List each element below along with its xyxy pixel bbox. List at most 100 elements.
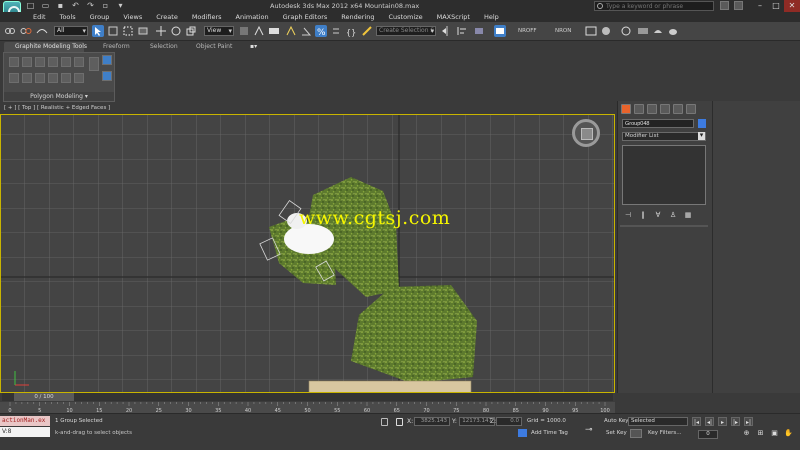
graphite-tools-toggle-icon[interactable] — [494, 25, 506, 37]
zoom-all-icon[interactable]: ⊞ — [756, 429, 765, 438]
angle-snap-icon[interactable] — [300, 25, 312, 37]
selection-lock-icon[interactable] — [381, 418, 388, 426]
absolute-mode-icon[interactable] — [396, 418, 403, 426]
menu-edit[interactable]: Edit — [26, 12, 53, 22]
utilities-tab-icon[interactable] — [686, 104, 696, 114]
add-time-tag-button[interactable]: Add Time Tag — [531, 430, 568, 436]
x-coordinate-field[interactable]: 3825.143 — [414, 417, 450, 426]
create-tab-icon[interactable] — [621, 104, 631, 114]
pivot-center-icon[interactable] — [238, 25, 250, 37]
key-filter-icon[interactable] — [630, 429, 642, 438]
track-bar[interactable]: 0 5 10 15 20 25 30 35 40 45 50 55 60 65 70 75 80 85 90 95 10… — [0, 402, 615, 413]
search-input[interactable] — [594, 1, 714, 11]
time-slider[interactable]: 0 / 100 0 5 10 15 20 25 30 35 40 45 50 55 60 65 70 75 80… — [0, 393, 615, 413]
redo-icon[interactable]: ↷ — [86, 1, 95, 10]
go-to-start-icon[interactable]: |◂ — [692, 417, 701, 426]
select-object-icon[interactable] — [92, 25, 104, 37]
set-key-button[interactable]: Set Key — [606, 430, 627, 436]
scale-icon[interactable] — [185, 25, 197, 37]
layer-manager-icon[interactable] — [473, 25, 485, 37]
render-production-icon[interactable] — [652, 25, 664, 37]
menu-tools[interactable]: Tools — [53, 12, 83, 22]
menu-create[interactable]: Create — [149, 12, 185, 22]
select-manipulate-icon[interactable] — [253, 25, 265, 37]
align-icon[interactable] — [456, 25, 468, 37]
ribbon-tool-icon[interactable] — [48, 73, 58, 83]
pan-icon[interactable]: ✋ — [784, 429, 793, 438]
ribbon-tool-icon[interactable] — [9, 73, 19, 83]
nroff-button[interactable]: NROFF — [518, 28, 537, 34]
ribbon-tool-icon[interactable] — [74, 57, 84, 67]
current-frame-field[interactable]: 0 — [698, 430, 718, 439]
top-viewport[interactable]: www.cgtsj.com — [0, 114, 615, 393]
nron-button[interactable]: NRON — [555, 28, 571, 34]
display-tab-icon[interactable] — [673, 104, 683, 114]
material-editor-icon[interactable] — [600, 25, 612, 37]
z-coordinate-field[interactable]: 0.0 — [496, 417, 522, 426]
set-key-icon[interactable]: ⊸ — [585, 425, 601, 435]
edit-named-selection-icon[interactable]: {} — [345, 25, 357, 37]
binoculars-icon[interactable] — [720, 1, 729, 10]
tab-object-paint[interactable]: Object Paint — [196, 42, 232, 52]
move-icon[interactable] — [155, 25, 167, 37]
spinner-snap-icon[interactable] — [330, 25, 342, 37]
menu-help[interactable]: Help — [477, 12, 506, 22]
rotate-icon[interactable] — [170, 25, 182, 37]
zoom-icon[interactable]: ⊕ — [742, 429, 751, 438]
unlink-icon[interactable] — [20, 25, 32, 37]
selection-filter-dropdown[interactable]: All — [54, 26, 88, 36]
make-unique-icon[interactable]: ∀ — [654, 211, 662, 219]
percent-snap-icon[interactable]: % — [315, 25, 327, 38]
viewport-label-menu[interactable]: [ + ] [ Top ] [ Realistic + Edged Faces … — [4, 104, 110, 113]
reference-coordinate-dropdown[interactable]: View — [204, 26, 234, 36]
modifier-stack[interactable] — [622, 145, 706, 205]
next-frame-icon[interactable]: |▸ — [731, 417, 740, 426]
tab-selection[interactable]: Selection — [150, 42, 178, 52]
undo-icon[interactable]: ↶ — [71, 1, 80, 10]
render-teapot-icon[interactable] — [667, 25, 679, 37]
maxscript-listener-output[interactable]: actionMan.ex — [0, 416, 50, 426]
show-end-result-icon[interactable]: ‖ — [639, 211, 647, 219]
pin-stack-icon[interactable]: ⊣ — [624, 211, 632, 219]
time-slider-thumb[interactable]: 0 / 100 — [14, 393, 74, 401]
save-icon[interactable]: ▪ — [56, 1, 65, 10]
hierarchy-tab-icon[interactable] — [647, 104, 657, 114]
keyboard-shortcut-override-icon[interactable] — [268, 25, 280, 37]
modifier-list-dropdown[interactable]: Modifier List — [622, 132, 706, 141]
menu-animation[interactable]: Animation — [229, 12, 276, 22]
viewcube-icon[interactable] — [572, 119, 600, 147]
ribbon-tool-icon[interactable] — [35, 73, 45, 83]
remove-modifier-icon[interactable]: ♙ — [669, 211, 677, 219]
ribbon-active-tool-icon[interactable] — [102, 55, 112, 65]
maxscript-listener-input[interactable]: V:8 — [0, 427, 50, 437]
named-selection-dropdown[interactable]: Create Selection S — [376, 26, 436, 36]
ribbon-tool-icon[interactable] — [61, 57, 71, 67]
link-icon[interactable] — [4, 25, 16, 37]
snap-toggle-icon[interactable] — [285, 25, 297, 37]
rendered-frame-window-icon[interactable] — [637, 25, 649, 37]
zoom-extents-icon[interactable]: ▣ — [770, 429, 779, 438]
ribbon-tool-icon[interactable] — [9, 57, 19, 67]
bind-space-warp-icon[interactable] — [36, 25, 48, 37]
configure-modifier-sets-icon[interactable]: ▦ — [684, 211, 692, 219]
schematic-view-icon[interactable] — [585, 25, 597, 37]
new-file-icon[interactable]: □ — [26, 1, 35, 10]
ribbon-active-tool-icon[interactable] — [102, 71, 112, 81]
ribbon-tool-icon[interactable] — [35, 57, 45, 67]
menu-group[interactable]: Group — [83, 12, 117, 22]
select-by-name-icon[interactable] — [107, 25, 119, 37]
object-color-swatch[interactable] — [698, 119, 706, 128]
time-slider-track[interactable] — [2, 393, 613, 401]
ribbon-tool-icon[interactable] — [89, 57, 99, 71]
go-to-end-icon[interactable]: ▸| — [744, 417, 753, 426]
maximize-icon[interactable]: □ — [768, 0, 784, 12]
minimize-icon[interactable]: – — [752, 0, 768, 12]
menu-maxscript[interactable]: MAXScript — [430, 12, 477, 22]
render-setup-icon[interactable] — [620, 25, 632, 37]
ribbon-tool-icon[interactable] — [61, 73, 71, 83]
object-name-field[interactable] — [622, 119, 694, 128]
ribbon-tool-icon[interactable] — [22, 57, 32, 67]
ribbon-options-icon[interactable]: ▪▾ — [250, 42, 257, 52]
menu-customize[interactable]: Customize — [381, 12, 429, 22]
menu-modifiers[interactable]: Modifiers — [185, 12, 229, 22]
